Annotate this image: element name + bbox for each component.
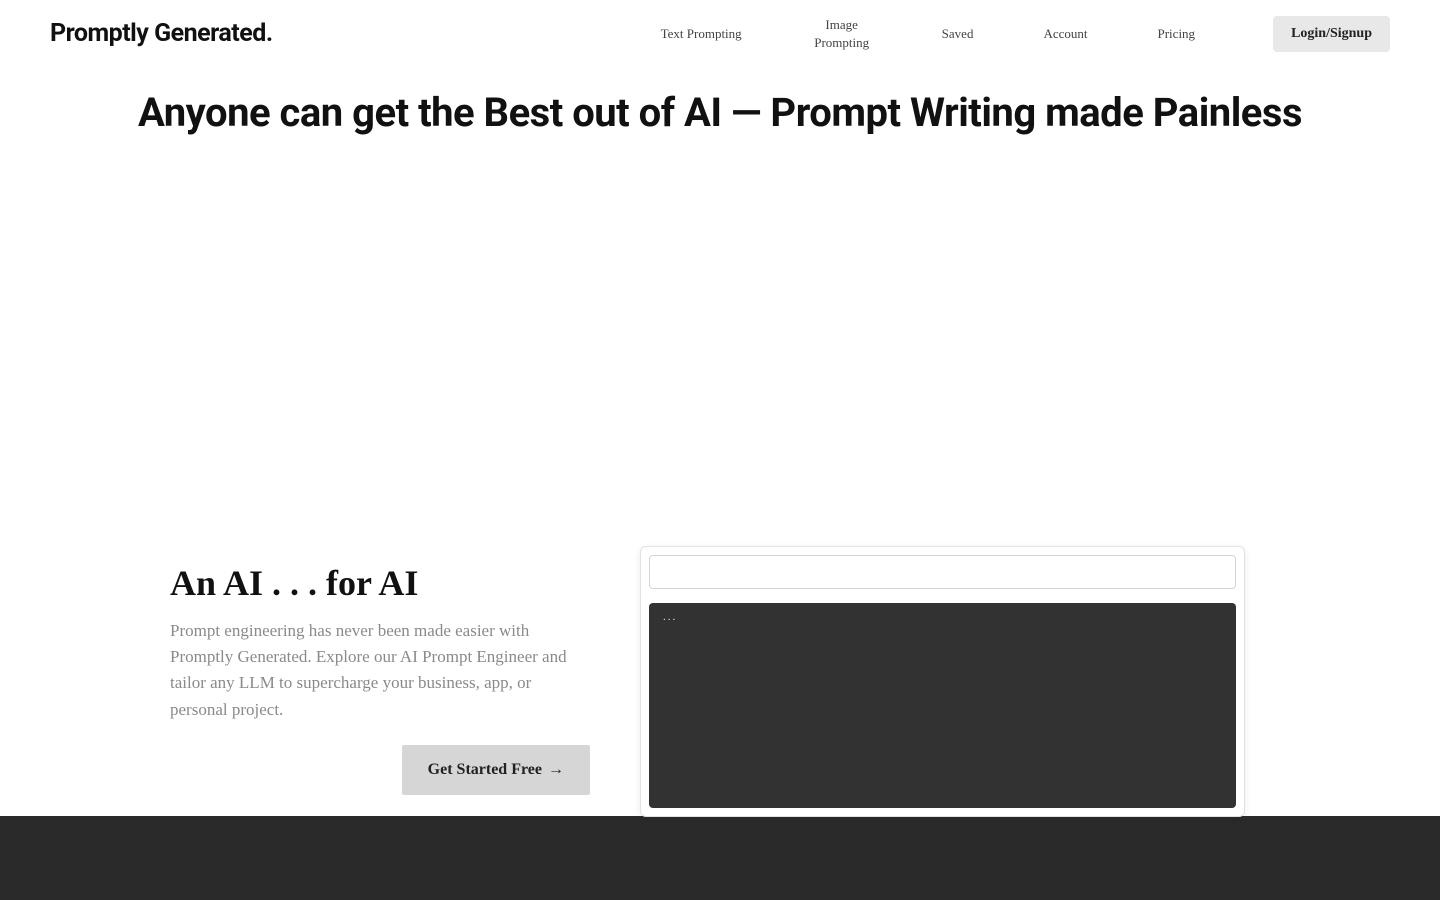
hero-spacer bbox=[0, 136, 1440, 546]
prompt-output-box: ... bbox=[649, 603, 1236, 808]
get-started-button[interactable]: Get Started Free → bbox=[402, 745, 590, 795]
login-signup-button[interactable]: Login/Signup bbox=[1273, 16, 1390, 52]
nav-text-prompting[interactable]: Text Prompting bbox=[661, 25, 742, 43]
hero-headline: Anyone can get the Best out of AI — Prom… bbox=[0, 89, 1440, 136]
nav-links: Text Prompting Image Prompting Saved Acc… bbox=[661, 16, 1195, 51]
prompt-demo-card: ... bbox=[640, 546, 1245, 817]
nav-account[interactable]: Account bbox=[1043, 25, 1087, 43]
feature-description: Prompt engineering has never been made e… bbox=[170, 618, 590, 723]
site-logo[interactable]: Promptly Generated. bbox=[50, 19, 273, 48]
cta-wrap: Get Started Free → bbox=[170, 745, 590, 795]
feature-left-column: An AI . . . for AI Prompt engineering ha… bbox=[170, 546, 590, 795]
cta-label: Get Started Free bbox=[428, 761, 542, 779]
arrow-right-icon: → bbox=[548, 762, 564, 778]
nav-image-prompting[interactable]: Image Prompting bbox=[812, 16, 872, 51]
nav-right-group: Text Prompting Image Prompting Saved Acc… bbox=[661, 16, 1390, 52]
nav-saved[interactable]: Saved bbox=[942, 25, 974, 43]
feature-heading: An AI . . . for AI bbox=[170, 564, 590, 604]
top-navbar: Promptly Generated. Text Prompting Image… bbox=[0, 0, 1440, 67]
feature-section: An AI . . . for AI Prompt engineering ha… bbox=[0, 546, 1440, 817]
prompt-input[interactable] bbox=[649, 555, 1236, 589]
nav-pricing[interactable]: Pricing bbox=[1158, 25, 1196, 43]
dark-footer-band bbox=[0, 816, 1440, 900]
